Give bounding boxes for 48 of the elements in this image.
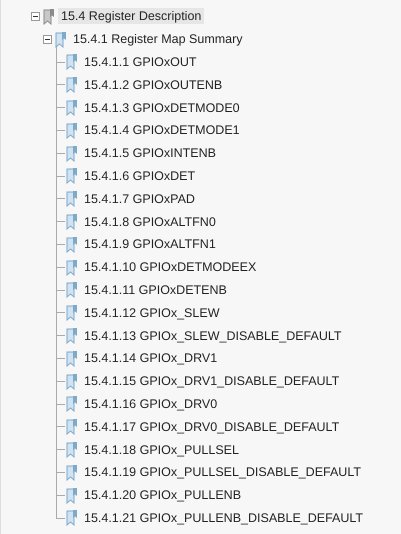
bookmark-item[interactable]: 15.4.1.1 GPIOxOUT bbox=[81, 54, 200, 70]
bookmark-item[interactable]: 15.4.1.4 GPIOxDETMODE1 bbox=[81, 122, 243, 138]
collapse-toggle-icon[interactable] bbox=[31, 12, 40, 21]
bookmark-item[interactable]: 15.4.1.6 GPIOxDET bbox=[81, 168, 198, 184]
bookmark-icon bbox=[65, 441, 79, 458]
bookmark-icon bbox=[65, 236, 79, 253]
collapse-toggle-icon[interactable] bbox=[43, 34, 52, 44]
bookmark-icon bbox=[54, 30, 68, 48]
bookmark-item[interactable]: 15.4.1.11 GPIOxDETENB bbox=[81, 282, 230, 298]
bookmark-icon bbox=[65, 304, 79, 322]
bookmark-icon bbox=[65, 464, 79, 481]
bookmark-item[interactable]: 15.4.1.8 GPIOxALTFN0 bbox=[81, 214, 219, 230]
bookmark-item[interactable]: 15.4.1.12 GPIOx_SLEW bbox=[81, 304, 222, 321]
bookmark-item[interactable]: 15.4.1.5 GPIOxINTENB bbox=[81, 145, 219, 162]
bookmark-item[interactable]: 15.4.1.13 GPIOx_SLEW_DISABLE_DEFAULT bbox=[81, 328, 345, 344]
bookmark-item[interactable]: 15.4.1.20 GPIOx_PULLENB bbox=[81, 487, 244, 504]
bookmark-item[interactable]: 15.4.1.19 GPIOx_PULLSEL_DISABLE_DEFAULT bbox=[81, 464, 364, 480]
bookmark-item[interactable]: 15.4.1.3 GPIOxDETMODE0 bbox=[81, 100, 243, 116]
bookmark-icon bbox=[65, 167, 79, 184]
bookmark-icon bbox=[65, 350, 79, 367]
bookmark-icon bbox=[65, 258, 79, 276]
bookmark-item[interactable]: 15.4.1.18 GPIOx_PULLSEL bbox=[81, 442, 242, 458]
bookmark-icon bbox=[42, 8, 56, 25]
bookmark-icon bbox=[65, 144, 79, 162]
bookmark-icon bbox=[65, 53, 79, 70]
bookmark-icon bbox=[65, 418, 79, 436]
bookmark-icon bbox=[65, 395, 79, 412]
bookmark-icon bbox=[65, 76, 79, 94]
bookmark-item[interactable]: 15.4.1.7 GPIOxPAD bbox=[81, 190, 198, 207]
bookmark-item[interactable]: 15.4 Register Description bbox=[58, 8, 204, 24]
bookmark-item[interactable]: 15.4.1.16 GPIOx_DRV0 bbox=[81, 396, 220, 412]
bookmark-icon bbox=[65, 327, 79, 344]
bookmark-icon bbox=[65, 372, 79, 390]
bookmark-item[interactable]: 15.4.1.15 GPIOx_DRV1_DISABLE_DEFAULT bbox=[81, 373, 342, 390]
bookmark-item[interactable]: 15.4.1.21 GPIOx_PULLENB_DISABLE_DEFAULT bbox=[81, 510, 366, 526]
bookmark-icon bbox=[65, 509, 79, 526]
bookmark-item[interactable]: 15.4.1 Register Map Summary bbox=[70, 31, 246, 48]
bookmark-item[interactable]: 15.4.1.14 GPIOx_DRV1 bbox=[81, 350, 220, 366]
bookmark-icon bbox=[65, 486, 79, 504]
bookmark-item[interactable]: 15.4.1.9 GPIOxALTFN1 bbox=[81, 236, 219, 252]
bookmark-item[interactable]: 15.4.1.17 GPIOx_DRV0_DISABLE_DEFAULT bbox=[81, 418, 342, 435]
bookmark-item[interactable]: 15.4.1.2 GPIOxOUTENB bbox=[81, 76, 226, 93]
bookmark-icon bbox=[65, 281, 79, 298]
bookmark-item[interactable]: 15.4.1.10 GPIOxDETMODEEX bbox=[81, 259, 260, 276]
bookmark-icon bbox=[65, 99, 79, 116]
bookmark-icon bbox=[65, 122, 79, 139]
bookmark-icon bbox=[65, 213, 79, 230]
bookmark-icon bbox=[65, 190, 79, 208]
